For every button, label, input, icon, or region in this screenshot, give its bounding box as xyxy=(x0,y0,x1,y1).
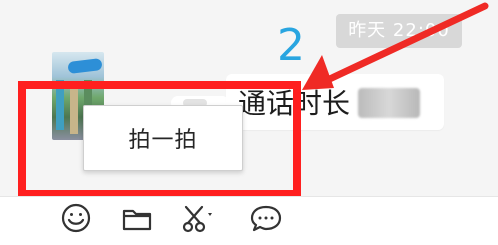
folder-icon[interactable] xyxy=(119,200,155,236)
scissors-icon[interactable] xyxy=(178,200,214,236)
message-timestamp: 昨天 22:00 xyxy=(336,14,462,48)
blurred-duration xyxy=(358,88,420,118)
folder-icon-graphic xyxy=(122,209,152,231)
annotation-number: 2 xyxy=(277,20,305,71)
emoji-icon[interactable] xyxy=(58,200,94,236)
chat-bubble-icon[interactable] xyxy=(248,200,284,236)
emoji-icon-graphic xyxy=(61,203,91,233)
scissors-icon-graphic xyxy=(182,205,212,233)
chat-bubble-icon-graphic xyxy=(250,205,282,232)
red-highlight-box xyxy=(18,81,301,198)
